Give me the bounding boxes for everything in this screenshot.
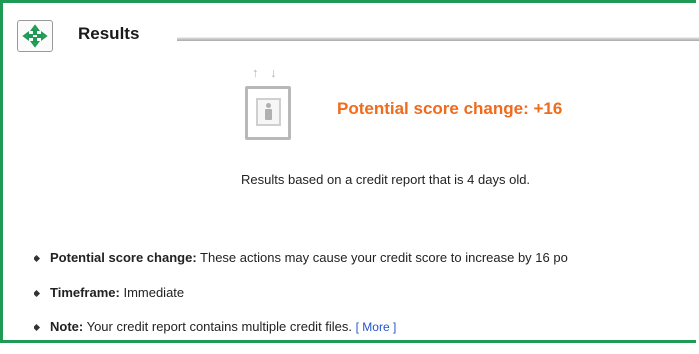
details-list: Potential score change: These actions ma… bbox=[34, 250, 694, 354]
person-body bbox=[265, 109, 272, 120]
bullet-icon bbox=[34, 323, 41, 332]
person-head bbox=[266, 103, 271, 108]
results-panel: Results ↑ ↓ Potential score change: +16 … bbox=[0, 0, 699, 343]
bullet-icon bbox=[34, 254, 41, 263]
device-frame bbox=[245, 86, 291, 140]
more-link[interactable]: [ More ] bbox=[356, 320, 397, 334]
detail-label: Timeframe: bbox=[50, 285, 120, 300]
up-down-arrows-icon: ↑ ↓ bbox=[252, 65, 281, 80]
title-divider bbox=[177, 37, 699, 41]
list-item: Potential score change: These actions ma… bbox=[34, 250, 694, 267]
detail-label: Potential score change: bbox=[50, 250, 197, 265]
detail-label: Note: bbox=[50, 319, 84, 334]
detail-text: These actions may cause your credit scor… bbox=[196, 250, 568, 265]
recycle-arrows-icon bbox=[17, 20, 53, 52]
person-icon bbox=[256, 98, 281, 126]
detail-text: Your credit report contains multiple cre… bbox=[83, 319, 356, 334]
list-item: Note: Your credit report contains multip… bbox=[34, 319, 694, 336]
list-item: Timeframe: Immediate bbox=[34, 285, 694, 302]
page-title: Results bbox=[78, 24, 140, 43]
detail-text: Immediate bbox=[119, 285, 185, 300]
potential-score-change-headline: Potential score change: +16 bbox=[337, 99, 563, 118]
score-device-icon: ↑ ↓ bbox=[240, 62, 296, 142]
bullet-icon bbox=[34, 289, 41, 298]
report-age-note: Results based on a credit report that is… bbox=[241, 172, 531, 187]
